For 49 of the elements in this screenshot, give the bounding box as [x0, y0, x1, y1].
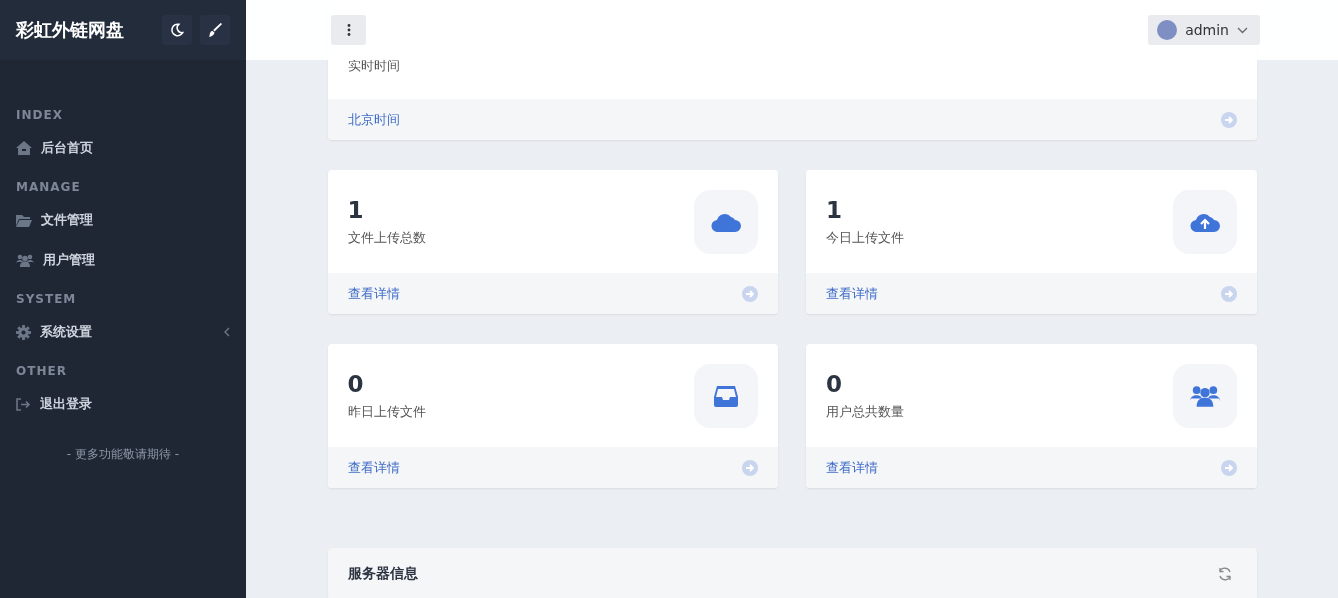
- users-icon: [16, 253, 34, 267]
- dark-mode-button[interactable]: [162, 15, 192, 45]
- nav-section-heading: INDEX: [15, 107, 64, 124]
- stat-value: 1: [347, 196, 365, 223]
- home-icon: [16, 141, 32, 155]
- nav-item[interactable]: 退出登录: [0, 384, 246, 424]
- stat-label: 今日上传文件: [826, 228, 904, 247]
- stat-label: 用户总共数量: [826, 402, 904, 421]
- chevron-down-icon: [1237, 26, 1248, 34]
- arrow-circle-icon: [742, 285, 758, 302]
- brush-icon: [207, 22, 223, 38]
- avatar: [1157, 20, 1178, 40]
- gear-icon: [16, 324, 31, 340]
- sidebar-footer-note: - 更多功能敬请期待 -: [65, 446, 181, 463]
- theme-button[interactable]: [200, 15, 230, 45]
- stat-value: 0: [347, 370, 365, 397]
- stat-label: 文件上传总数: [347, 228, 426, 247]
- cloud-icon: [711, 211, 741, 232]
- folder-icon: [16, 213, 32, 227]
- stat-value: 0: [826, 370, 843, 397]
- nav-item[interactable]: 后台首页: [0, 128, 246, 168]
- inbox-icon: [714, 384, 738, 407]
- nav-item[interactable]: 文件管理: [0, 200, 246, 240]
- nav-section-heading: MANAGE: [15, 179, 82, 196]
- card-link[interactable]: 查看详情: [347, 284, 400, 303]
- arrow-circle-icon: [1220, 285, 1237, 302]
- nav-item[interactable]: 用户管理: [0, 240, 246, 280]
- panel-title: 服务器信息: [347, 565, 418, 583]
- stat-label: 昨日上传文件: [347, 402, 426, 421]
- cloud-upload-icon: [1189, 211, 1220, 232]
- nav-section-heading: OTHER: [15, 363, 68, 380]
- moon-icon: [170, 23, 184, 37]
- arrow-circle-icon: [1220, 459, 1237, 476]
- card-label: 实时时间: [347, 57, 400, 75]
- arrow-circle-icon: [1220, 111, 1237, 128]
- nav-section-heading: SYSTEM: [15, 291, 78, 308]
- brand-title: 彩虹外链网盘: [16, 18, 125, 42]
- vertical-dots-icon: [346, 24, 351, 36]
- card-link[interactable]: 查看详情: [826, 458, 878, 477]
- stat-value: 1: [826, 196, 843, 223]
- card-link[interactable]: 查看详情: [826, 284, 878, 303]
- nav-item[interactable]: 系统设置: [0, 312, 246, 352]
- arrow-circle-icon: [742, 459, 758, 476]
- card-link[interactable]: 查看详情: [347, 458, 400, 477]
- card-link[interactable]: 北京时间: [347, 110, 400, 129]
- logout-icon: [16, 397, 31, 411]
- users-icon: [1189, 384, 1220, 407]
- user-menu-button[interactable]: admin: [1148, 15, 1260, 45]
- refresh-icon[interactable]: [1216, 566, 1233, 582]
